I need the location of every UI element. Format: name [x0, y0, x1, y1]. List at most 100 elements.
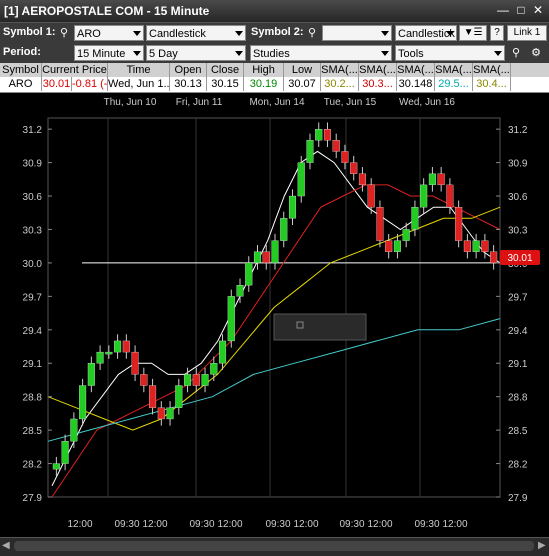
quote-header-cell[interactable]: Low: [284, 63, 321, 77]
period-label: Period:: [3, 46, 41, 58]
time-label: 09:30: [189, 519, 214, 530]
zoom-icon[interactable]: ⚲: [508, 45, 524, 61]
candle-body: [175, 385, 183, 408]
candle-body: [367, 184, 375, 208]
candle-body: [149, 385, 157, 408]
y-tick-label-left: 30.3: [23, 225, 43, 236]
symbol2-search-icon[interactable]: ⚲: [304, 25, 320, 41]
date-label: Thu, Jun 10: [104, 97, 157, 108]
quote-header-cell[interactable]: Open: [170, 63, 207, 77]
chevron-down-icon: [494, 51, 502, 56]
quote-header-cell[interactable]: SMA(...: [359, 63, 397, 77]
horizontal-scrollbar[interactable]: ◀ ▶: [0, 537, 549, 556]
symbol1-input[interactable]: ARO: [74, 25, 144, 41]
time-label: 12:00: [293, 519, 318, 530]
quote-cell: -0.81 (-...: [72, 77, 108, 91]
candle-body: [446, 184, 454, 208]
quote-header-cell[interactable]: SMA(...: [397, 63, 435, 77]
symbol1-search-icon[interactable]: ⚲: [56, 25, 72, 41]
symbol-toolbar: Symbol 1: ⚲ ARO Candlestick Symbol 2: ⚲ …: [0, 23, 549, 43]
tools-select[interactable]: Tools: [395, 45, 505, 61]
quote-header-row: Symbol Current Price Time Open Close High Low S…: [0, 63, 549, 77]
chevron-down-icon: [133, 31, 141, 36]
y-tick-label-left: 29.7: [23, 292, 43, 303]
quote-header-cell[interactable]: Time: [108, 63, 170, 77]
symbol1-label: Symbol 1:: [3, 26, 56, 38]
date-label: Tue, Jun 15: [324, 97, 377, 108]
quote-header-cell[interactable]: SMA(...: [435, 63, 473, 77]
quote-header-cell[interactable]: Current Price: [42, 63, 108, 77]
candle-body: [490, 251, 498, 264]
symbol2-input[interactable]: [322, 25, 392, 41]
quote-header-cell[interactable]: SMA(...: [473, 63, 511, 77]
y-tick-label-right: 30.3: [508, 225, 528, 236]
price-chart[interactable]: 27.9 27.9 28.2 28.2 28.5 28.5 28.8 28.8 29.1 29.1…: [0, 93, 549, 535]
scroll-right-icon[interactable]: ▶: [538, 540, 546, 551]
period-toolbar: Period: 15 Minute 5 Day Studies Tools ⚲ …: [0, 43, 549, 63]
candle-body: [210, 363, 218, 375]
close-icon[interactable]: ✕: [531, 4, 545, 17]
y-tick-label-left: 30.9: [23, 159, 43, 170]
y-tick-label-right: 28.2: [508, 460, 528, 471]
y-tick-label-left: 28.2: [23, 460, 43, 471]
time-label: 12:00: [367, 519, 392, 530]
candle-body: [332, 140, 340, 152]
last-price-label: 30.01: [507, 253, 532, 264]
settings-icon[interactable]: ⚙: [528, 45, 544, 61]
chevron-down-icon: [133, 51, 141, 56]
range-select[interactable]: 5 Day: [146, 45, 246, 61]
quote-header-cell[interactable]: SMA(...: [321, 63, 359, 77]
maximize-icon[interactable]: □: [514, 4, 528, 17]
quote-cell: 30.2...: [321, 77, 359, 91]
studies-select[interactable]: Studies: [250, 45, 392, 61]
y-tick-label-left: 28.8: [23, 393, 43, 404]
scroll-left-icon[interactable]: ◀: [2, 540, 10, 551]
interval-value: 15 Minute: [77, 48, 126, 60]
quote-cell: 30.4...: [473, 77, 511, 91]
link-button[interactable]: Link 1: [507, 25, 547, 41]
chart-svg[interactable]: 27.9 27.9 28.2 28.2 28.5 28.5 28.8 28.8 29.1 29.1…: [0, 93, 549, 535]
candle-body: [376, 207, 384, 241]
help-button[interactable]: ?: [490, 25, 504, 41]
quote-header-cell[interactable]: Symbol: [0, 63, 42, 77]
candle-body: [245, 262, 253, 286]
candle-body: [385, 240, 393, 252]
candle-body: [455, 207, 463, 241]
chevron-down-icon: [235, 31, 243, 36]
time-label: 12:00: [67, 519, 92, 530]
y-tick-label-right: 30.9: [508, 159, 528, 170]
candle-body: [262, 251, 270, 264]
candle-body: [157, 407, 165, 420]
candle-body: [411, 207, 419, 230]
candle-body: [87, 363, 95, 386]
quote-cell: 30.15: [207, 77, 244, 91]
candle-body: [192, 374, 200, 386]
chevron-down-icon: [235, 51, 243, 56]
chart-type-1-select[interactable]: Candlestick: [146, 25, 246, 41]
chevron-down-icon: [381, 31, 389, 36]
tools-value: Tools: [398, 48, 424, 60]
quote-header-cell[interactable]: Close: [207, 63, 244, 77]
quote-header-cell[interactable]: High: [244, 63, 284, 77]
candle-body: [70, 418, 78, 442]
candle-body: [131, 351, 139, 375]
studies-value: Studies: [253, 48, 290, 60]
candle-body: [122, 340, 130, 353]
interval-select[interactable]: 15 Minute: [74, 45, 144, 61]
quote-data-row[interactable]: ARO30.01-0.81 (-...Wed, Jun 1...30.1330.…: [0, 77, 549, 93]
candle-body: [96, 351, 104, 364]
scroll-thumb[interactable]: [14, 541, 534, 551]
menu-list-button[interactable]: ▼☰: [459, 25, 487, 41]
chart-type-2-select[interactable]: Candlestick: [395, 25, 457, 41]
y-tick-label-right: 28.5: [508, 426, 528, 437]
candle-body: [184, 374, 192, 386]
range-value: 5 Day: [149, 48, 178, 60]
overlay-box[interactable]: [273, 313, 367, 341]
minimize-icon[interactable]: —: [496, 4, 510, 17]
title-bar[interactable]: [1] AEROPOSTALE COM - 15 Minute — □ ✕: [0, 0, 549, 23]
chart-window: [1] AEROPOSTALE COM - 15 Minute — □ ✕ Sy…: [0, 0, 549, 556]
candle-body: [341, 151, 349, 163]
symbol2-label: Symbol 2:: [251, 26, 304, 38]
candle-body: [481, 240, 489, 252]
chart-type-1-value: Candlestick: [149, 28, 206, 40]
